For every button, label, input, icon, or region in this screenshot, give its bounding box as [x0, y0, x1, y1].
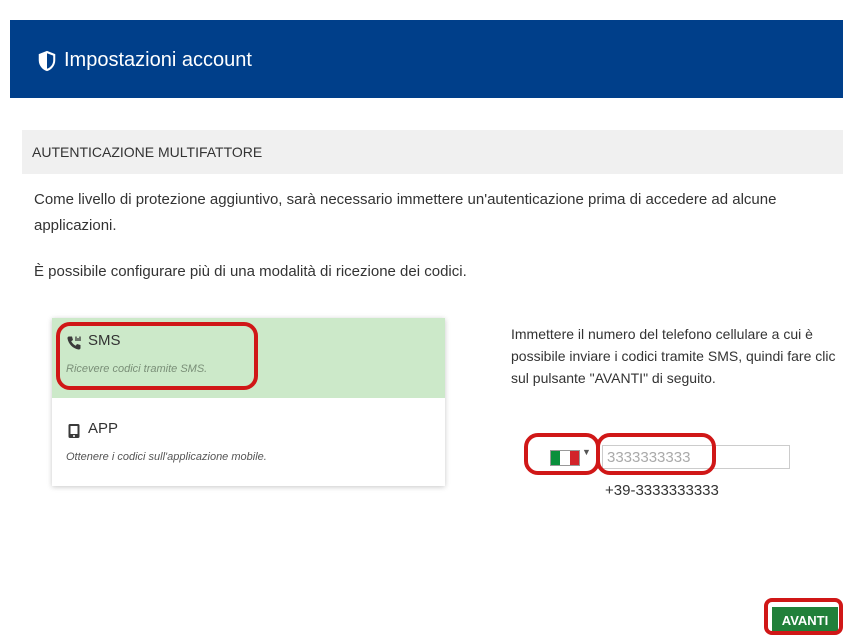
page-header: Impostazioni account: [10, 20, 843, 98]
page-title: Impostazioni account: [64, 49, 252, 71]
phone-preview: +39-3333333333: [605, 482, 719, 499]
section-title: AUTENTICAZIONE MULTIFATTORE: [32, 144, 263, 160]
method-description: Ottenere i codici sull'applicazione mobi…: [66, 451, 267, 463]
next-button[interactable]: AVANTI: [772, 607, 838, 633]
chevron-down-icon: ▼: [582, 447, 591, 457]
method-list: SMS Ricevere codici tramite SMS. APP Ott…: [52, 318, 445, 486]
mobile-app-icon: [68, 424, 80, 438]
method-title: SMS: [88, 332, 121, 349]
instructions-text: Immettere il numero del telefono cellula…: [511, 326, 836, 386]
method-option-sms[interactable]: SMS Ricevere codici tramite SMS.: [52, 318, 445, 398]
phone-number-input[interactable]: [602, 445, 790, 469]
method-option-app[interactable]: APP Ottenere i codici sull'applicazione …: [52, 406, 445, 486]
phone-icon: [67, 336, 81, 350]
italy-flag-icon: [550, 450, 580, 466]
shield-icon: [38, 50, 56, 72]
country-code-select[interactable]: ▼: [545, 444, 595, 468]
method-title: APP: [88, 420, 119, 437]
intro-text: Come livello di protezione aggiuntivo, s…: [34, 191, 777, 234]
section-header: AUTENTICAZIONE MULTIFATTORE: [22, 130, 843, 174]
hint-text: È possibile configurare più di una modal…: [34, 263, 467, 280]
method-description: Ricevere codici tramite SMS.: [66, 363, 208, 375]
